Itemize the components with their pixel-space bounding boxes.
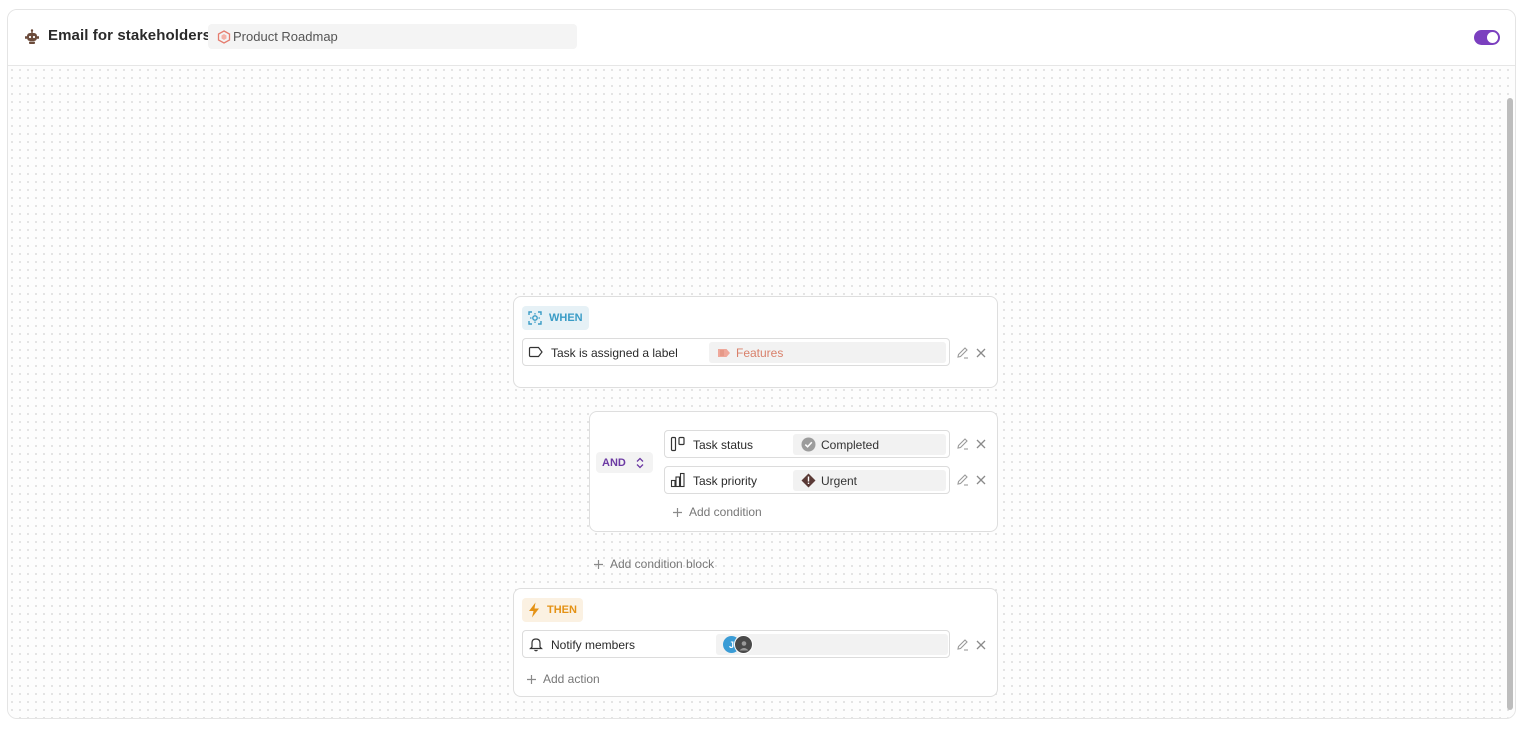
urgent-priority-icon bbox=[801, 473, 816, 488]
operator-label: AND bbox=[602, 456, 626, 469]
tag-outline-icon bbox=[528, 346, 543, 358]
trigger-label: Task is assigned a label bbox=[551, 346, 678, 360]
status-value-field[interactable]: Completed bbox=[793, 434, 946, 455]
condition-row-priority[interactable]: Task priority Urgent bbox=[664, 466, 950, 494]
add-condition-block-label: Add condition block bbox=[610, 557, 715, 571]
chevron-updown-icon bbox=[636, 457, 644, 469]
status-columns-icon bbox=[670, 436, 685, 452]
status-value: Completed bbox=[821, 437, 880, 452]
then-label: THEN bbox=[547, 604, 577, 616]
members-field[interactable]: J bbox=[716, 634, 948, 655]
trigger-actions bbox=[956, 346, 987, 359]
condition-card: AND Task status Completed Task priority … bbox=[589, 411, 998, 532]
condition-row-status[interactable]: Task status Completed bbox=[664, 430, 950, 458]
trigger-row[interactable]: Task is assigned a label Features bbox=[522, 338, 950, 366]
when-card: WHEN Task is assigned a label Features bbox=[513, 296, 998, 388]
add-action-label: Add action bbox=[543, 672, 600, 686]
automation-canvas: WHEN Task is assigned a label Features A… bbox=[8, 66, 1515, 718]
automation-enabled-toggle[interactable] bbox=[1474, 30, 1500, 45]
plus-icon bbox=[673, 507, 682, 517]
vertical-scrollbar[interactable] bbox=[1507, 98, 1513, 710]
when-badge: WHEN bbox=[522, 306, 589, 330]
priority-value-field[interactable]: Urgent bbox=[793, 470, 946, 491]
close-icon[interactable] bbox=[975, 347, 987, 359]
completed-check-icon bbox=[801, 437, 816, 452]
bell-icon bbox=[529, 638, 543, 652]
priority-value: Urgent bbox=[821, 473, 858, 488]
label-tag-icon bbox=[718, 348, 730, 357]
project-hexagon-icon bbox=[217, 29, 231, 44]
add-condition-block-button[interactable]: Add condition block bbox=[593, 557, 714, 571]
avatar bbox=[734, 635, 753, 654]
when-label: WHEN bbox=[549, 312, 583, 324]
close-icon[interactable] bbox=[975, 438, 987, 450]
condition-label: Task priority bbox=[693, 474, 758, 488]
action-actions bbox=[956, 638, 987, 651]
add-action-button[interactable]: Add action bbox=[526, 672, 600, 686]
and-operator-selector[interactable]: AND bbox=[596, 452, 653, 473]
status-actions bbox=[956, 437, 987, 450]
label-value-field[interactable]: Features bbox=[709, 342, 946, 363]
label-value: Features bbox=[736, 345, 784, 360]
then-card: THEN Notify members J Add action bbox=[513, 588, 998, 697]
project-name: Product Roadmap bbox=[233, 29, 338, 44]
automation-panel: Email for stakeholders Product Roadmap W… bbox=[7, 9, 1516, 719]
edit-pencil-icon[interactable] bbox=[956, 473, 969, 486]
close-icon[interactable] bbox=[975, 474, 987, 486]
automation-title[interactable]: Email for stakeholders bbox=[48, 27, 211, 44]
header-bar: Email for stakeholders Product Roadmap bbox=[8, 10, 1515, 66]
robot-icon bbox=[25, 29, 39, 44]
project-selector[interactable]: Product Roadmap bbox=[208, 24, 577, 49]
then-badge: THEN bbox=[522, 598, 583, 622]
edit-pencil-icon[interactable] bbox=[956, 638, 969, 651]
edit-pencil-icon[interactable] bbox=[956, 437, 969, 450]
close-icon[interactable] bbox=[975, 639, 987, 651]
add-condition-label: Add condition bbox=[689, 505, 762, 519]
action-label: Notify members bbox=[551, 638, 636, 652]
plus-icon bbox=[594, 559, 603, 569]
add-condition-button[interactable]: Add condition bbox=[672, 505, 762, 519]
edit-pencil-icon[interactable] bbox=[956, 346, 969, 359]
condition-label: Task status bbox=[693, 438, 754, 452]
user-photo-icon bbox=[739, 640, 748, 650]
action-row[interactable]: Notify members J bbox=[522, 630, 950, 658]
trigger-target-icon bbox=[528, 311, 542, 325]
lightning-icon bbox=[529, 602, 539, 618]
priority-actions bbox=[956, 473, 987, 486]
priority-bars-icon bbox=[670, 472, 685, 488]
plus-icon bbox=[527, 674, 536, 684]
